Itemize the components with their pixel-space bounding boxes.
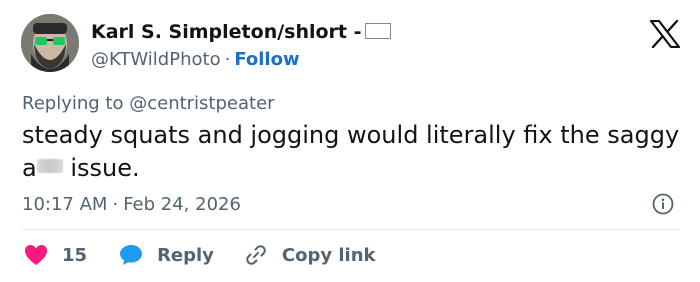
tweet-card: Karl S. Simpleton/shlort - @KTWildPhoto ·… xyxy=(0,0,700,282)
link-icon xyxy=(244,243,268,267)
tweet-text-part2: issue. xyxy=(62,154,140,182)
divider xyxy=(22,229,678,230)
heart-icon xyxy=(24,244,48,266)
speech-bubble-icon xyxy=(119,244,143,266)
author-display-name[interactable]: Karl S. Simpleton/shlort - xyxy=(91,21,391,43)
tweet-time: 10:17 AM xyxy=(22,194,108,215)
info-icon[interactable] xyxy=(652,193,674,219)
copy-link-button[interactable]: Copy link xyxy=(244,243,376,267)
x-logo-icon[interactable] xyxy=(649,19,681,52)
replying-to: Replying to @centristpeater xyxy=(22,93,275,114)
tweet-date: Feb 24, 2026 xyxy=(123,194,241,215)
handle-row: @KTWildPhoto · Follow xyxy=(91,49,300,70)
replying-to-label: Replying to xyxy=(22,93,124,114)
avatar-image xyxy=(21,14,79,72)
censor-blur xyxy=(36,159,63,173)
avatar[interactable] xyxy=(21,14,79,72)
like-count: 15 xyxy=(62,244,88,266)
tweet-text: steady squats and jogging would literall… xyxy=(22,119,682,185)
timestamp[interactable]: 10:17 AM · Feb 24, 2026 xyxy=(22,194,241,215)
reply-button[interactable]: Reply xyxy=(119,244,214,266)
separator-dot: · xyxy=(224,49,231,70)
separator-dot: · xyxy=(112,194,119,215)
reply-label: Reply xyxy=(157,244,214,266)
display-name-text: Karl S. Simpleton/shlort - xyxy=(91,21,362,43)
follow-button[interactable]: Follow xyxy=(234,49,299,70)
action-bar: 15 Reply Copy link xyxy=(24,243,406,267)
author-handle[interactable]: @KTWildPhoto xyxy=(91,49,221,70)
flag-emoji-icon xyxy=(364,23,391,39)
reply-mention-link[interactable]: @centristpeater xyxy=(129,93,274,114)
like-button[interactable]: 15 xyxy=(24,244,87,266)
copy-link-label: Copy link xyxy=(281,244,376,266)
